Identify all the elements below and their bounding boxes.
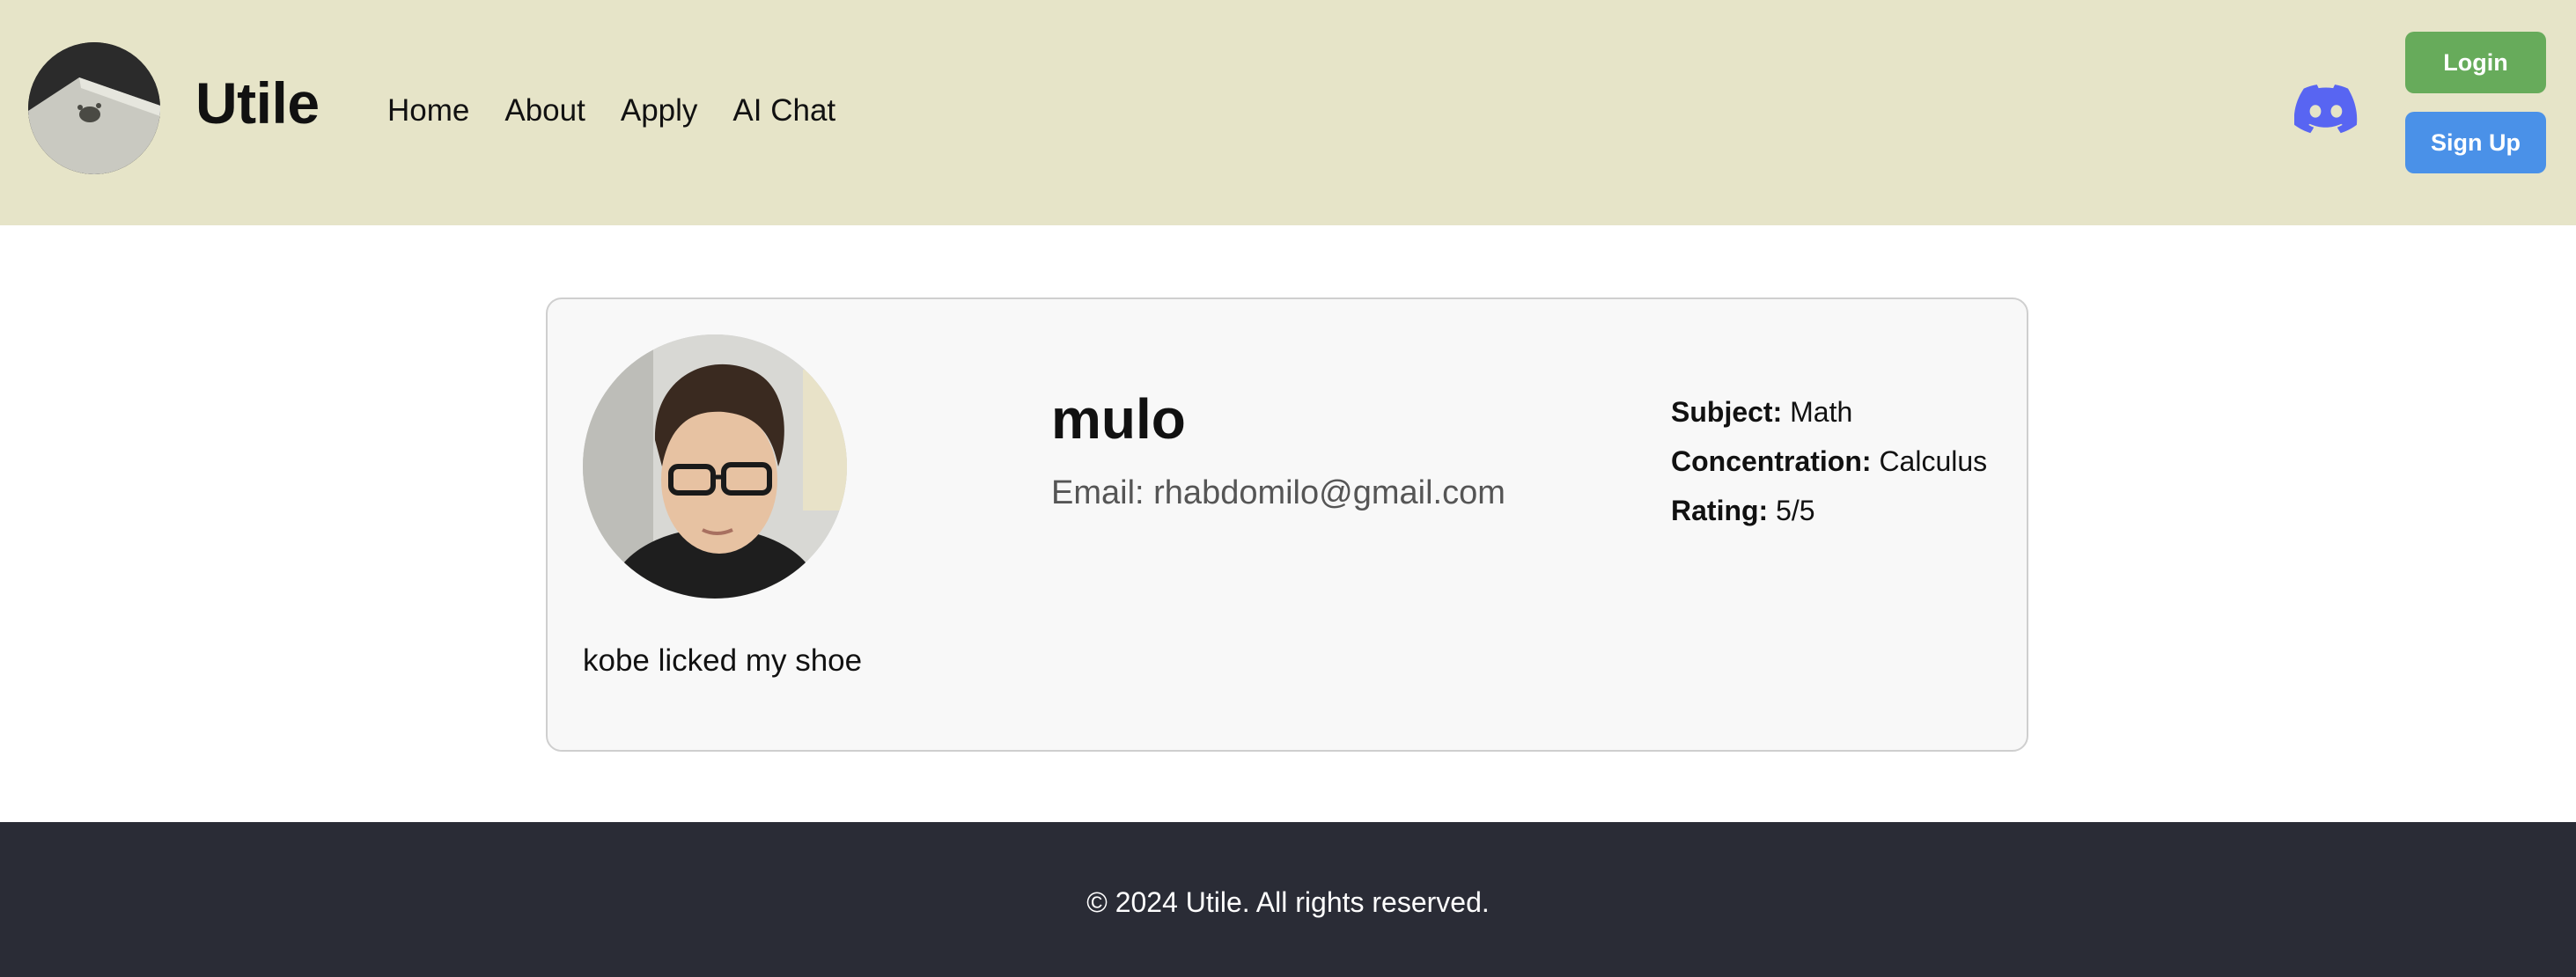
profile-card: kobe licked my shoe mulo Email: rhabdomi… (546, 298, 2028, 752)
nav-about[interactable]: About (504, 95, 585, 126)
discord-icon[interactable] (2294, 84, 2358, 134)
profile-email: Email: rhabdomilo@gmail.com (1051, 474, 1505, 514)
email-value: rhabdomilo@gmail.com (1153, 474, 1505, 511)
utile-logo-icon[interactable] (28, 42, 160, 174)
brand-title[interactable]: Utile (195, 74, 320, 132)
nav-apply[interactable]: Apply (621, 95, 698, 126)
nav-home[interactable]: Home (387, 95, 469, 126)
detail-concentration: Concentration: Calculus (1671, 447, 1987, 475)
detail-key: Concentration: (1671, 445, 1872, 477)
main-nav: Home About Apply AI Chat (387, 95, 835, 126)
site-header: Utile Home About Apply AI Chat Login Sig… (0, 0, 2576, 225)
login-button[interactable]: Login (2405, 32, 2546, 93)
profile-details: Subject: Math Concentration: Calculus Ra… (1671, 398, 1987, 546)
detail-key: Subject: (1671, 396, 1783, 428)
profile-bio: kobe licked my shoe (583, 643, 863, 678)
detail-key: Rating: (1671, 495, 1769, 526)
sign-up-button[interactable]: Sign Up (2405, 112, 2546, 173)
profile-name: mulo (1051, 387, 1186, 451)
avatar (583, 334, 847, 599)
email-label: Email: (1051, 474, 1154, 511)
site-footer: © 2024 Utile. All rights reserved. (0, 822, 2576, 977)
detail-subject: Subject: Math (1671, 398, 1987, 426)
copyright-text: © 2024 Utile. All rights reserved. (1086, 886, 1490, 918)
nav-ai-chat[interactable]: AI Chat (732, 95, 835, 126)
detail-value: Calculus (1879, 445, 1988, 477)
detail-value: Math (1790, 396, 1853, 428)
detail-value: 5/5 (1776, 495, 1815, 526)
detail-rating: Rating: 5/5 (1671, 496, 1987, 525)
